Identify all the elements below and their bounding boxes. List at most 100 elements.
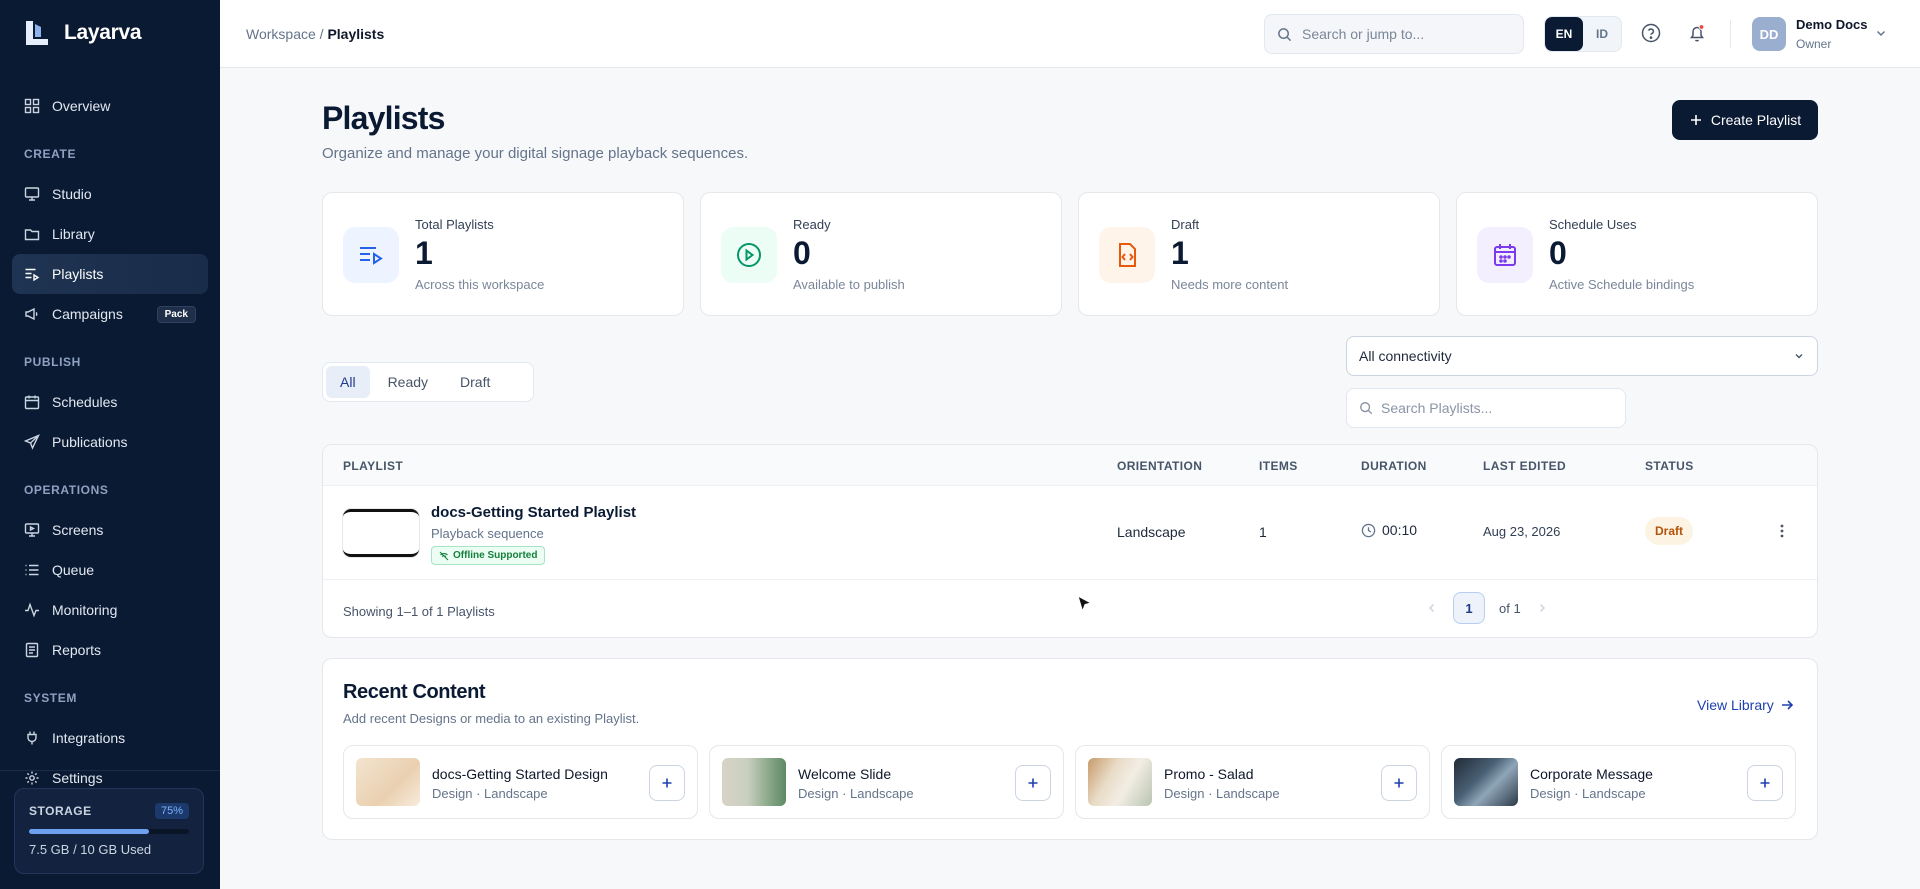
- sidebar-item-library[interactable]: Library: [12, 214, 208, 254]
- content-thumbnail: [1454, 758, 1518, 806]
- recent-card[interactable]: Welcome Slide Design · Landscape: [709, 745, 1064, 819]
- topbar-divider: [1730, 20, 1731, 48]
- offline-badge: Offline Supported: [431, 546, 546, 565]
- content-thumbnail: [1088, 758, 1152, 806]
- global-search[interactable]: [1264, 14, 1524, 54]
- sidebar-item-integrations[interactable]: Integrations: [12, 718, 208, 758]
- breadcrumb-root[interactable]: Workspace /: [246, 26, 324, 42]
- folder-icon: [24, 229, 40, 241]
- sidebar-item-studio[interactable]: Studio: [12, 174, 208, 214]
- sidebar-item-screens[interactable]: Screens: [12, 510, 208, 550]
- content-thumbnail: [356, 758, 420, 806]
- page-subtitle: Organize and manage your digital signage…: [322, 145, 749, 162]
- chevron-down-icon[interactable]: [1874, 26, 1888, 40]
- sidebar-item-publications[interactable]: Publications: [12, 422, 208, 462]
- sidebar-item-label: Schedules: [52, 394, 118, 410]
- sidebar-item-reports[interactable]: Reports: [12, 630, 208, 670]
- status-badge: Draft: [1645, 517, 1694, 545]
- app-logo[interactable]: Layarva: [22, 18, 142, 48]
- duration-value: 00:10: [1382, 522, 1418, 538]
- logo-icon: [22, 18, 52, 48]
- chevron-left-icon[interactable]: [1425, 601, 1439, 615]
- playlist-icon: [25, 268, 40, 282]
- content-meta: Design · Landscape: [1164, 786, 1280, 801]
- page-number[interactable]: 1: [1453, 592, 1485, 624]
- playlist-name[interactable]: docs-Getting Started Playlist: [431, 504, 636, 521]
- sidebar-item-label: Settings: [52, 770, 103, 786]
- connectivity-select[interactable]: All connectivity: [1346, 336, 1818, 376]
- sidebar-item-label: Integrations: [52, 730, 126, 746]
- help-icon[interactable]: [1640, 22, 1662, 44]
- lang-id[interactable]: ID: [1583, 17, 1621, 51]
- add-to-playlist-button[interactable]: [1015, 765, 1051, 801]
- add-to-playlist-button[interactable]: [649, 765, 685, 801]
- stat-card-ready: Ready 0 Available to publish: [700, 192, 1062, 316]
- stat-card-total: Total Playlists 1 Across this workspace: [322, 192, 684, 316]
- view-library-link[interactable]: View Library: [1697, 697, 1794, 713]
- tab-draft[interactable]: Draft: [446, 366, 504, 398]
- sidebar-item-label: Playlists: [52, 266, 104, 282]
- chevron-right-icon[interactable]: [1535, 601, 1549, 615]
- column-header-orientation[interactable]: ORIENTATION: [1117, 459, 1202, 473]
- sidebar-item-queue[interactable]: Queue: [12, 550, 208, 590]
- recent-subtitle: Add recent Designs or media to an existi…: [343, 711, 640, 726]
- stat-label: Schedule Uses: [1549, 217, 1637, 232]
- column-header-playlist[interactable]: PLAYLIST: [343, 459, 403, 473]
- playlist-search-input[interactable]: [1381, 400, 1611, 416]
- user-name[interactable]: Demo Docs: [1796, 17, 1868, 32]
- column-header-last-edited[interactable]: LAST EDITED: [1483, 459, 1566, 473]
- stat-note: Active Schedule bindings: [1549, 277, 1695, 292]
- table-row[interactable]: docs-Getting Started Playlist Playback s…: [323, 486, 1817, 580]
- recent-card[interactable]: docs-Getting Started Design Design · Lan…: [343, 745, 698, 819]
- add-to-playlist-button[interactable]: [1381, 765, 1417, 801]
- view-library-label: View Library: [1697, 697, 1774, 713]
- pack-badge: Pack: [156, 305, 196, 323]
- column-header-duration[interactable]: DURATION: [1361, 459, 1427, 473]
- calendar-icon: [24, 395, 40, 410]
- sidebar-item-schedules[interactable]: Schedules: [12, 382, 208, 422]
- playlist-search[interactable]: [1346, 388, 1626, 428]
- stat-label: Draft: [1171, 217, 1200, 232]
- sidebar-item-label: Publications: [52, 434, 128, 450]
- sidebar-item-monitoring[interactable]: Monitoring: [12, 590, 208, 630]
- recent-title: Recent Content: [343, 681, 486, 703]
- sidebar-item-overview[interactable]: Overview: [12, 86, 208, 126]
- wifi-off-icon: [439, 551, 449, 560]
- add-to-playlist-button[interactable]: [1747, 765, 1783, 801]
- section-operations: OPERATIONS: [24, 483, 109, 497]
- playlists-table: PLAYLIST ORIENTATION ITEMS DURATION LAST…: [322, 444, 1818, 638]
- chevron-down-icon: [1795, 354, 1803, 359]
- more-options-icon[interactable]: [1773, 522, 1791, 540]
- monitor-icon: [24, 187, 40, 201]
- stat-label: Total Playlists: [415, 217, 494, 232]
- section-publish: PUBLISH: [24, 355, 81, 369]
- bell-icon[interactable]: [1686, 22, 1708, 44]
- page-total: of 1: [1499, 600, 1521, 616]
- sidebar-item-playlists[interactable]: Playlists: [12, 254, 208, 294]
- avatar[interactable]: DD: [1752, 17, 1786, 51]
- sidebar-item-campaigns[interactable]: Campaigns Pack: [12, 294, 208, 334]
- offline-badge-label: Offline Supported: [453, 550, 538, 561]
- recent-card[interactable]: Corporate Message Design · Landscape: [1441, 745, 1796, 819]
- page-title: Playlists: [322, 100, 445, 136]
- lang-en[interactable]: EN: [1545, 17, 1583, 51]
- recent-card[interactable]: Promo - Salad Design · Landscape: [1075, 745, 1430, 819]
- content-meta: Design · Landscape: [798, 786, 914, 801]
- column-header-status[interactable]: STATUS: [1645, 459, 1694, 473]
- breadcrumb-current: Playlists: [327, 26, 385, 42]
- tab-ready[interactable]: Ready: [374, 366, 442, 398]
- create-playlist-button[interactable]: Create Playlist: [1672, 100, 1818, 140]
- app-name: Layarva: [64, 21, 142, 44]
- storage-bar: [29, 829, 189, 834]
- column-header-items[interactable]: ITEMS: [1259, 459, 1298, 473]
- plus-icon: [662, 778, 672, 788]
- stat-note: Across this workspace: [415, 277, 545, 292]
- duration-cell: 00:10: [1361, 522, 1417, 538]
- global-search-input[interactable]: [1302, 26, 1502, 42]
- sidebar-item-label: Campaigns: [52, 306, 123, 322]
- tab-all[interactable]: All: [326, 366, 370, 398]
- language-toggle[interactable]: EN ID: [1544, 16, 1622, 52]
- section-create: CREATE: [24, 147, 77, 161]
- stat-icon-wrap: [343, 227, 399, 283]
- sidebar: Layarva Overview CREATE Studio Library P…: [0, 0, 220, 889]
